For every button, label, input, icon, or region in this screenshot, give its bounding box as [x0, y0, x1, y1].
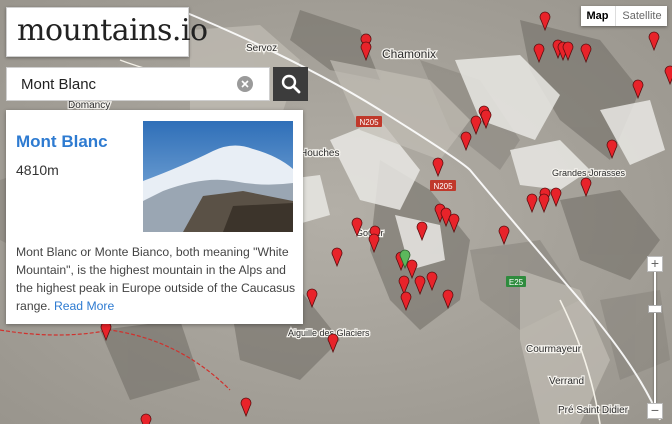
place-label-courmayeur: Courmayeur [526, 344, 582, 355]
place-label-servoz: Servoz [246, 43, 277, 54]
zoom-slider-track[interactable] [654, 270, 656, 408]
place-label-grandes-jorasses: Grandes Jorasses [552, 168, 626, 178]
search-icon [281, 74, 301, 94]
clear-search-button[interactable] [237, 76, 253, 92]
close-icon [241, 80, 249, 88]
mountain-marker[interactable] [140, 413, 152, 424]
search-input[interactable] [6, 67, 270, 101]
place-label-verrand: Verrand [549, 376, 584, 387]
road-shield-n205-b: N205 [430, 180, 456, 191]
zoom-in-button[interactable]: + [647, 256, 663, 272]
road-shield-e25: E25 [506, 276, 526, 287]
map-type-control: Map Satellite [581, 6, 667, 26]
road-shield-n205-a: N205 [356, 116, 382, 127]
zoom-slider-handle[interactable] [648, 305, 662, 313]
mountain-description: Mont Blanc or Monte Bianco, both meaning… [16, 243, 296, 315]
svg-text:N205: N205 [359, 118, 379, 127]
svg-text:N205: N205 [433, 182, 453, 191]
place-label-chamonix: Chamonix [382, 47, 436, 61]
read-more-link[interactable]: Read More [54, 299, 114, 313]
mountain-info-card: Mont Blanc 4810m Mont Blanc or Monte Bia… [6, 110, 303, 324]
search-button[interactable] [273, 67, 308, 101]
place-label-pre-saint-didier: Pré Saint Didier [558, 405, 629, 416]
search-bar [6, 67, 308, 101]
map-type-map-button[interactable]: Map [581, 6, 614, 26]
zoom-out-button[interactable]: − [647, 403, 663, 419]
svg-text:E25: E25 [509, 278, 524, 287]
map-type-satellite-button[interactable]: Satellite [615, 6, 668, 26]
mountain-title-link[interactable]: Mont Blanc [16, 132, 108, 152]
place-label-houches: Houches [300, 148, 339, 159]
logo[interactable]: mountains.io [6, 7, 208, 57]
logo-text: mountains.io [17, 13, 208, 48]
mountain-elevation: 4810m [16, 162, 59, 178]
mountain-photo[interactable] [143, 121, 293, 232]
